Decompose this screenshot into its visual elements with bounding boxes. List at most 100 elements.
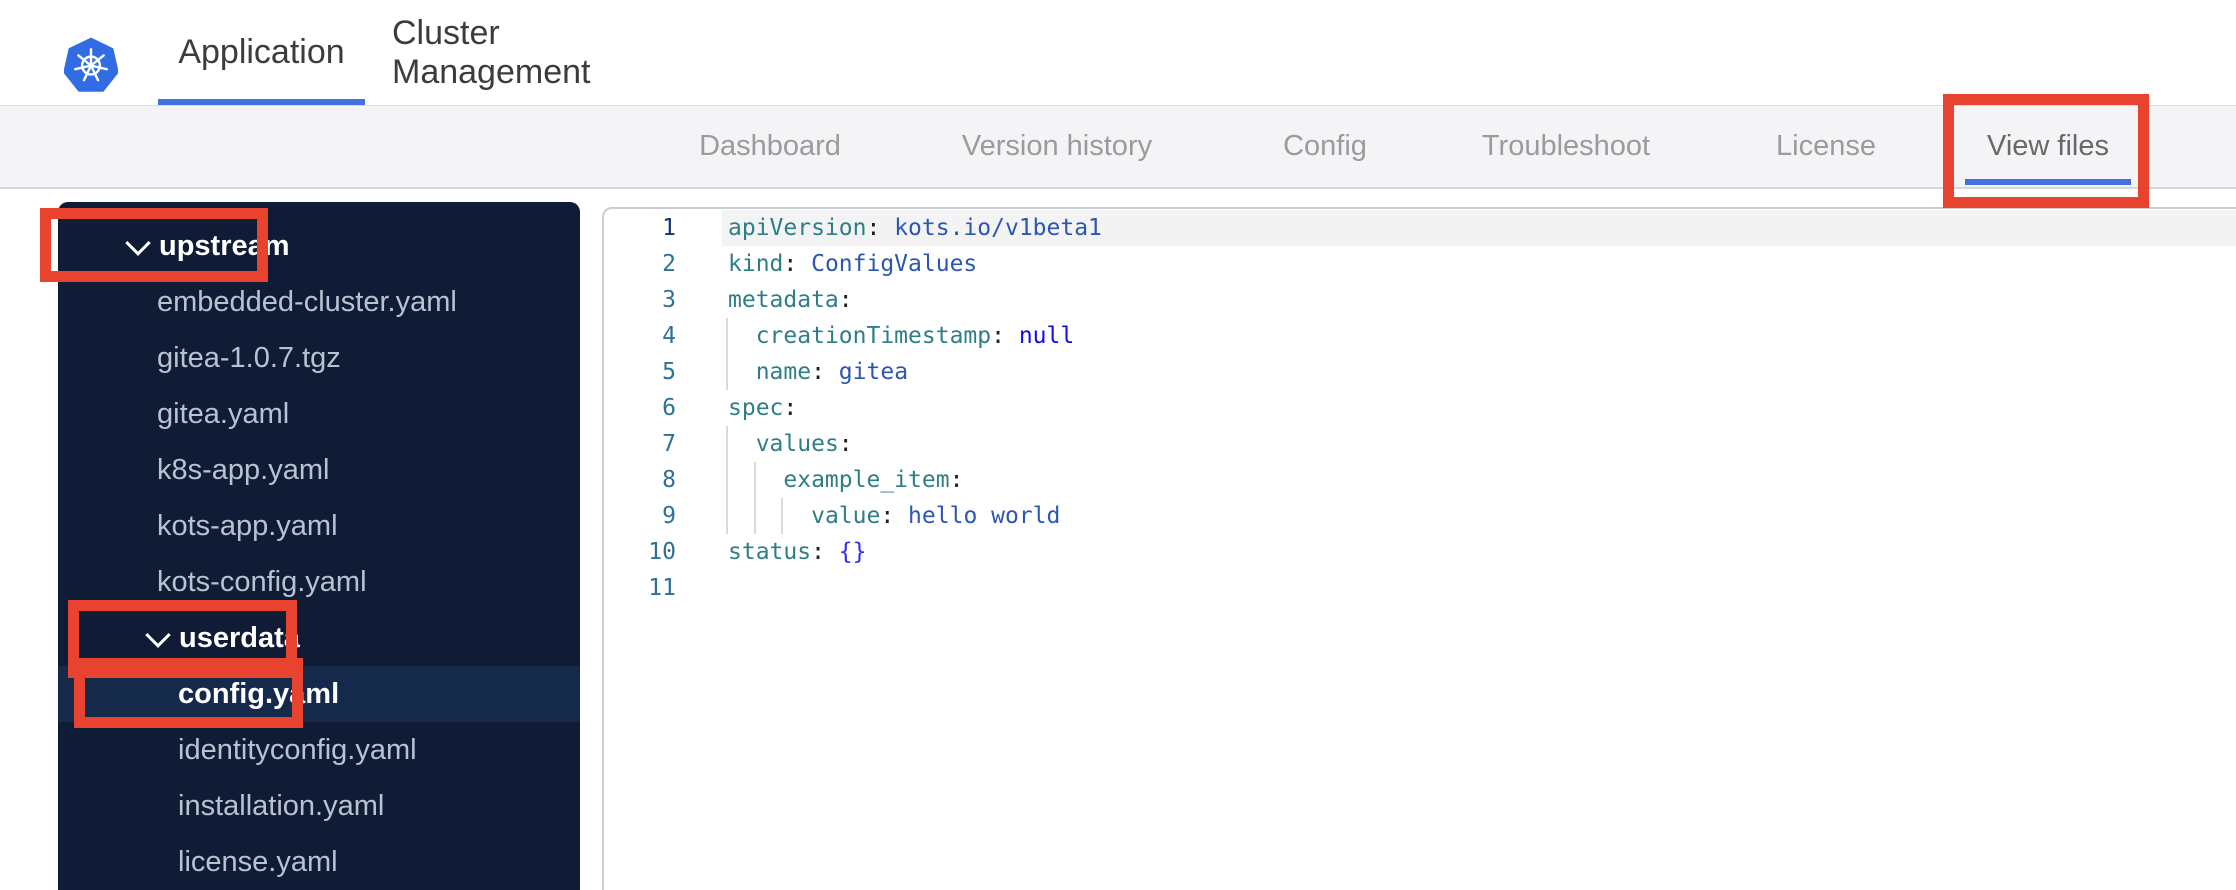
indent-guide: [753, 498, 756, 534]
code-token: :: [783, 395, 798, 421]
code-line-content[interactable]: creationTimestamp: null: [722, 318, 2236, 354]
tab-application-label: Application: [178, 33, 345, 71]
file-name: gitea-1.0.7.tgz: [157, 341, 341, 374]
code-line-content[interactable]: apiVersion: kots.io/v1beta1: [722, 210, 2236, 246]
indent-guide: [726, 426, 728, 462]
file-name: config.yaml: [178, 677, 340, 710]
file-tree-item-gitea-1.0.7.tgz[interactable]: gitea-1.0.7.tgz: [58, 330, 580, 386]
code-line: 9 value: hello world: [604, 498, 2236, 534]
tab-cluster-management-label: Cluster Management: [392, 13, 591, 91]
code-line: 3 metadata:: [604, 282, 2236, 318]
file-name: kots-config.yaml: [157, 565, 367, 598]
indent-guide: [726, 498, 728, 534]
code-lines: 1 apiVersion: kots.io/v1beta1 2 kind: Confi…: [604, 210, 2236, 606]
code-line-content[interactable]: example_item:: [722, 462, 2236, 498]
file-tree-item-config.yaml[interactable]: config.yaml: [58, 666, 580, 722]
tab-version-history-label: Version history: [961, 130, 1153, 162]
app-tab-bar: Dashboard Version history Config Trouble…: [0, 105, 2236, 189]
line-number: 10: [648, 539, 676, 565]
file-name: license.yaml: [178, 845, 338, 878]
file-name: installation.yaml: [178, 789, 385, 822]
line-number: 5: [662, 359, 676, 385]
tab-troubleshoot[interactable]: Troubleshoot: [1482, 106, 1650, 187]
code-token: kind: [728, 251, 784, 277]
file-tree-folder-userdata[interactable]: userdata: [58, 610, 580, 666]
line-number: 3: [662, 287, 676, 313]
line-number: 1: [662, 215, 676, 241]
code-line: 11: [604, 570, 2236, 606]
code-token: value: [811, 503, 881, 529]
code-token: creationTimestamp: [755, 323, 992, 349]
code-line: 2 kind: ConfigValues: [604, 246, 2236, 282]
tab-view-files-label: View files: [1987, 130, 2109, 162]
code-token: status: [728, 539, 812, 565]
folder-name: upstream: [159, 229, 290, 262]
line-number: 2: [662, 251, 676, 277]
code-token: :: [866, 215, 881, 241]
file-tree-folder-upstream[interactable]: upstream: [58, 218, 580, 274]
code-token: example_item: [783, 467, 950, 493]
file-tree-item-identityconfig.yaml[interactable]: identityconfig.yaml: [58, 722, 580, 778]
code-line-content[interactable]: spec:: [722, 390, 2236, 426]
code-token: spec: [728, 395, 784, 421]
file-tree: upstream embedded-cluster.yaml gitea-1.0.7…: [58, 218, 580, 890]
code-line-content[interactable]: values:: [722, 426, 2236, 462]
line-number: 8: [662, 467, 676, 493]
code-line-content[interactable]: [722, 570, 2236, 606]
code-token: :: [811, 359, 825, 385]
file-tree-item-kots-app.yaml[interactable]: kots-app.yaml: [58, 498, 580, 554]
tab-version-history[interactable]: Version history: [962, 106, 1152, 187]
code-token: hello world: [894, 503, 1061, 529]
code-line: 1 apiVersion: kots.io/v1beta1: [604, 210, 2236, 246]
chevron-down-icon: [125, 230, 151, 256]
line-number: 6: [662, 395, 676, 421]
code-token: metadata: [728, 287, 839, 313]
file-tree-item-kots-config.yaml[interactable]: kots-config.yaml: [58, 554, 580, 610]
line-number: 9: [662, 503, 676, 529]
code-token: ConfigValues: [797, 251, 978, 277]
kubernetes-logo-icon: [63, 36, 119, 94]
code-line-content[interactable]: name: gitea: [722, 354, 2236, 390]
file-name: gitea.yaml: [157, 397, 290, 430]
chevron-down-icon: [145, 622, 171, 648]
file-tree-item-installation.yaml[interactable]: installation.yaml: [58, 778, 580, 834]
file-tree-item-license.yaml[interactable]: license.yaml: [58, 834, 580, 890]
tab-license[interactable]: License: [1776, 106, 1876, 187]
code-editor[interactable]: 1 apiVersion: kots.io/v1beta1 2 kind: Confi…: [602, 207, 2236, 890]
code-token: :: [880, 503, 895, 529]
code-line: 8 example_item:: [604, 462, 2236, 498]
active-subtab-underline: [1965, 179, 2131, 185]
line-number: 7: [662, 431, 676, 457]
file-tree-item-gitea.yaml[interactable]: gitea.yaml: [58, 386, 580, 442]
tab-view-files[interactable]: View files: [1965, 106, 2131, 187]
tab-cluster-management[interactable]: Cluster Management: [392, 0, 665, 105]
tab-dashboard[interactable]: Dashboard: [699, 106, 841, 187]
code-token: :: [783, 251, 798, 277]
code-line: 7 values:: [604, 426, 2236, 462]
code-line: 10 status: {}: [604, 534, 2236, 570]
code-token: :: [991, 323, 1005, 349]
code-token: gitea: [824, 359, 909, 385]
file-name: k8s-app.yaml: [157, 453, 330, 486]
tab-application[interactable]: Application: [158, 0, 365, 105]
file-tree-item-embedded-cluster.yaml[interactable]: embedded-cluster.yaml: [58, 274, 580, 330]
code-token: name: [755, 359, 812, 385]
code-line-content[interactable]: value: hello world: [722, 498, 2236, 534]
tab-dashboard-label: Dashboard: [699, 130, 841, 162]
top-navbar: Application Cluster Management: [0, 0, 2236, 105]
tab-config[interactable]: Config: [1283, 106, 1367, 187]
indent-guide: [781, 498, 784, 534]
folder-name: userdata: [179, 621, 300, 654]
indent-guide: [726, 318, 728, 354]
code-line-content[interactable]: kind: ConfigValues: [722, 246, 2236, 282]
kots-admin-console: Application Cluster Management Dashboard…: [0, 0, 2236, 890]
code-token: null: [1004, 323, 1075, 349]
code-line-content[interactable]: metadata:: [722, 282, 2236, 318]
code-line: 4 creationTimestamp: null: [604, 318, 2236, 354]
indent-guide: [726, 462, 728, 498]
indent-guide: [726, 354, 728, 390]
code-line: 5 name: gitea: [604, 354, 2236, 390]
file-tree-item-k8s-app.yaml[interactable]: k8s-app.yaml: [58, 442, 580, 498]
code-token: :: [838, 431, 853, 457]
code-line-content[interactable]: status: {}: [722, 534, 2236, 570]
